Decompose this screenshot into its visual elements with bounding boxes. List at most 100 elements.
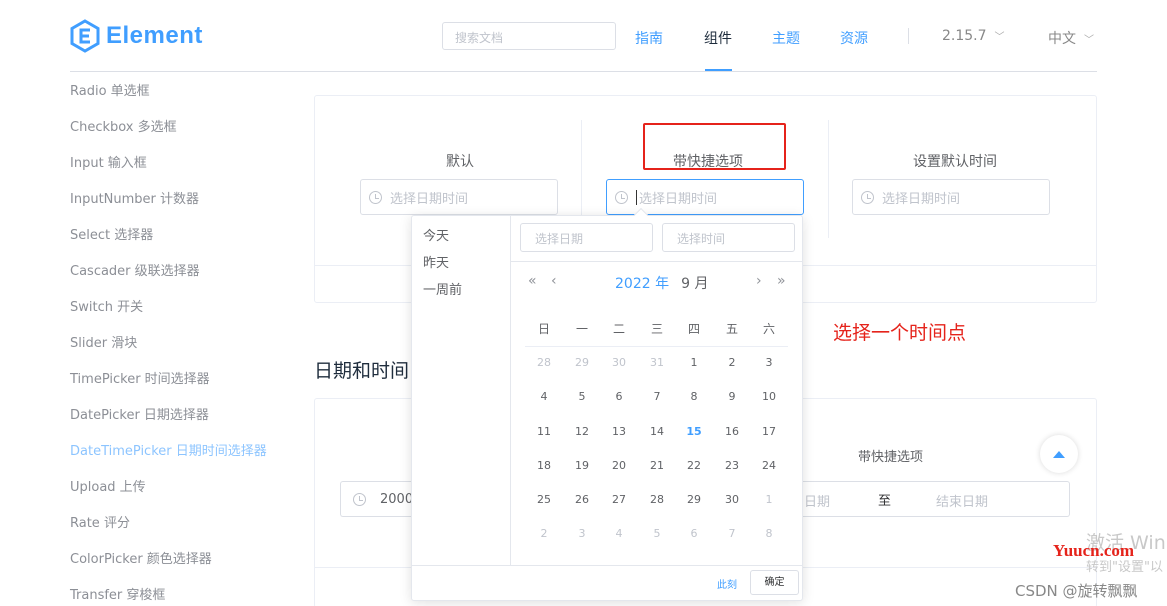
- annotation-text: 选择一个时间点: [833, 322, 967, 344]
- date-cell[interactable]: 28: [529, 356, 559, 369]
- date-cell[interactable]: 25: [529, 493, 559, 506]
- top-header: Element 搜索文档 指南 组件 主题 资源 2.15.7 ﹀ 中文 ﹀: [0, 0, 1167, 72]
- now-button[interactable]: 此刻: [717, 576, 737, 591]
- date-cell[interactable]: 20: [604, 459, 634, 472]
- month-label[interactable]: 9 月: [681, 276, 708, 292]
- date-cell[interactable]: 2: [717, 356, 747, 369]
- date-cell[interactable]: 8: [679, 390, 709, 403]
- datetime-input-default-time[interactable]: 选择日期时间: [852, 179, 1050, 215]
- date-cell[interactable]: 2: [529, 527, 559, 540]
- date-cell[interactable]: 18: [529, 459, 559, 472]
- date-cell[interactable]: 6: [604, 390, 634, 403]
- sidebar-item-upload[interactable]: Upload 上传: [70, 476, 146, 495]
- year-label[interactable]: 2022 年: [615, 276, 669, 292]
- chevron-down-icon: ﹀: [994, 32, 1005, 43]
- date-cell[interactable]: 24: [754, 459, 784, 472]
- date-cell[interactable]: 10: [754, 390, 784, 403]
- range-input-end[interactable]: 日期 至 结束日期: [790, 481, 1070, 517]
- clock-icon: [861, 190, 874, 204]
- date-cell[interactable]: 16: [717, 425, 747, 438]
- version-select[interactable]: 2.15.7 ﹀: [942, 28, 1005, 44]
- sidebar-item-colorpicker[interactable]: ColorPicker 颜色选择器: [70, 548, 212, 567]
- prev-year-button[interactable]: «: [528, 273, 537, 289]
- confirm-button[interactable]: 确定: [750, 570, 799, 595]
- sidebar-item-datepicker[interactable]: DatePicker 日期选择器: [70, 404, 209, 423]
- date-cell[interactable]: 29: [567, 356, 597, 369]
- date-cell[interactable]: 1: [754, 493, 784, 506]
- date-cell[interactable]: 3: [567, 527, 597, 540]
- annotation-highlight-box: [643, 123, 786, 170]
- date-cell[interactable]: 11: [529, 425, 559, 438]
- nav-resource[interactable]: 资源: [840, 28, 868, 48]
- date-cell[interactable]: 27: [604, 493, 634, 506]
- sidebar-item-switch[interactable]: Switch 开关: [70, 296, 143, 315]
- date-cell[interactable]: 1: [679, 356, 709, 369]
- date-cell[interactable]: 15: [679, 425, 709, 438]
- sidebar-item-select[interactable]: Select 选择器: [70, 224, 153, 243]
- date-cell[interactable]: 8: [754, 527, 784, 540]
- language-select[interactable]: 中文 ﹀: [1048, 28, 1094, 48]
- shortcut-yesterday[interactable]: 昨天: [423, 252, 449, 271]
- date-cell[interactable]: 5: [642, 527, 672, 540]
- date-cell[interactable]: 22: [679, 459, 709, 472]
- date-cell[interactable]: 26: [567, 493, 597, 506]
- weekday-header: 五: [725, 322, 738, 336]
- date-cell[interactable]: 31: [642, 356, 672, 369]
- sidebar-item-transfer[interactable]: Transfer 穿梭框: [70, 584, 165, 603]
- prev-month-button[interactable]: ‹: [551, 273, 557, 289]
- date-cell[interactable]: 13: [604, 425, 634, 438]
- date-cell[interactable]: 7: [717, 527, 747, 540]
- date-cell[interactable]: 12: [567, 425, 597, 438]
- date-cell[interactable]: 30: [604, 356, 634, 369]
- sidebar-item-rate[interactable]: Rate 评分: [70, 512, 130, 531]
- datetime-input-shortcuts[interactable]: 选择日期时间: [606, 179, 804, 215]
- date-cell[interactable]: 29: [679, 493, 709, 506]
- panel-footer-divider: [412, 565, 802, 566]
- shortcut-today[interactable]: 今天: [423, 225, 449, 244]
- sidebar-item-radio[interactable]: Radio 单选框: [70, 80, 150, 99]
- nav-guide[interactable]: 指南: [635, 28, 663, 48]
- nav-theme[interactable]: 主题: [772, 28, 800, 48]
- sidebar-item-datetimepicker[interactable]: DateTimePicker 日期时间选择器: [70, 440, 267, 459]
- date-cell[interactable]: 19: [567, 459, 597, 472]
- date-cell[interactable]: 6: [679, 527, 709, 540]
- language-label: 中文: [1048, 31, 1076, 47]
- date-cell[interactable]: 5: [567, 390, 597, 403]
- date-cell[interactable]: 3: [754, 356, 784, 369]
- back-to-top-button[interactable]: [1040, 435, 1078, 473]
- date-cell[interactable]: 4: [529, 390, 559, 403]
- clock-icon: [353, 492, 366, 506]
- range-input-start[interactable]: 2000-: [340, 481, 420, 517]
- sidebar-item-timepicker[interactable]: TimePicker 时间选择器: [70, 368, 210, 387]
- label-default-time: 设置默认时间: [913, 154, 997, 170]
- month-header: 2022 年 9 月: [615, 273, 708, 293]
- date-cell[interactable]: 21: [642, 459, 672, 472]
- date-cell[interactable]: 7: [642, 390, 672, 403]
- date-cell[interactable]: 4: [604, 527, 634, 540]
- column-divider: [828, 120, 829, 238]
- datetime-input-default[interactable]: 选择日期时间: [360, 179, 558, 215]
- weekday-header: 二: [612, 322, 625, 336]
- next-year-button[interactable]: »: [777, 273, 786, 289]
- logo-text: Element: [106, 22, 203, 49]
- date-cell[interactable]: 23: [717, 459, 747, 472]
- date-cell[interactable]: 28: [642, 493, 672, 506]
- search-input[interactable]: 搜索文档: [442, 22, 616, 50]
- element-logo-icon: [70, 19, 100, 53]
- shortcut-week-ago[interactable]: 一周前: [423, 279, 462, 298]
- sidebar-item-checkbox[interactable]: Checkbox 多选框: [70, 116, 177, 135]
- sidebar-item-inputnumber[interactable]: InputNumber 计数器: [70, 188, 199, 207]
- sidebar-item-input[interactable]: Input 输入框: [70, 152, 147, 171]
- sidebar-item-slider[interactable]: Slider 滑块: [70, 332, 137, 351]
- date-cell[interactable]: 30: [717, 493, 747, 506]
- time-input[interactable]: 选择时间: [662, 223, 795, 252]
- nav-component[interactable]: 组件: [704, 28, 732, 48]
- date-cell[interactable]: 9: [717, 390, 747, 403]
- date-cell[interactable]: 14: [642, 425, 672, 438]
- date-cell[interactable]: 17: [754, 425, 784, 438]
- next-month-button[interactable]: ›: [756, 273, 762, 289]
- logo[interactable]: Element: [70, 19, 203, 53]
- date-input[interactable]: 选择日期: [520, 223, 653, 252]
- sidebar-item-cascader[interactable]: Cascader 级联选择器: [70, 260, 200, 279]
- datetime-picker-panel: 今天 昨天 一周前 选择日期 选择时间 « ‹ 2022 年 9 月 › » 日 一…: [411, 215, 803, 601]
